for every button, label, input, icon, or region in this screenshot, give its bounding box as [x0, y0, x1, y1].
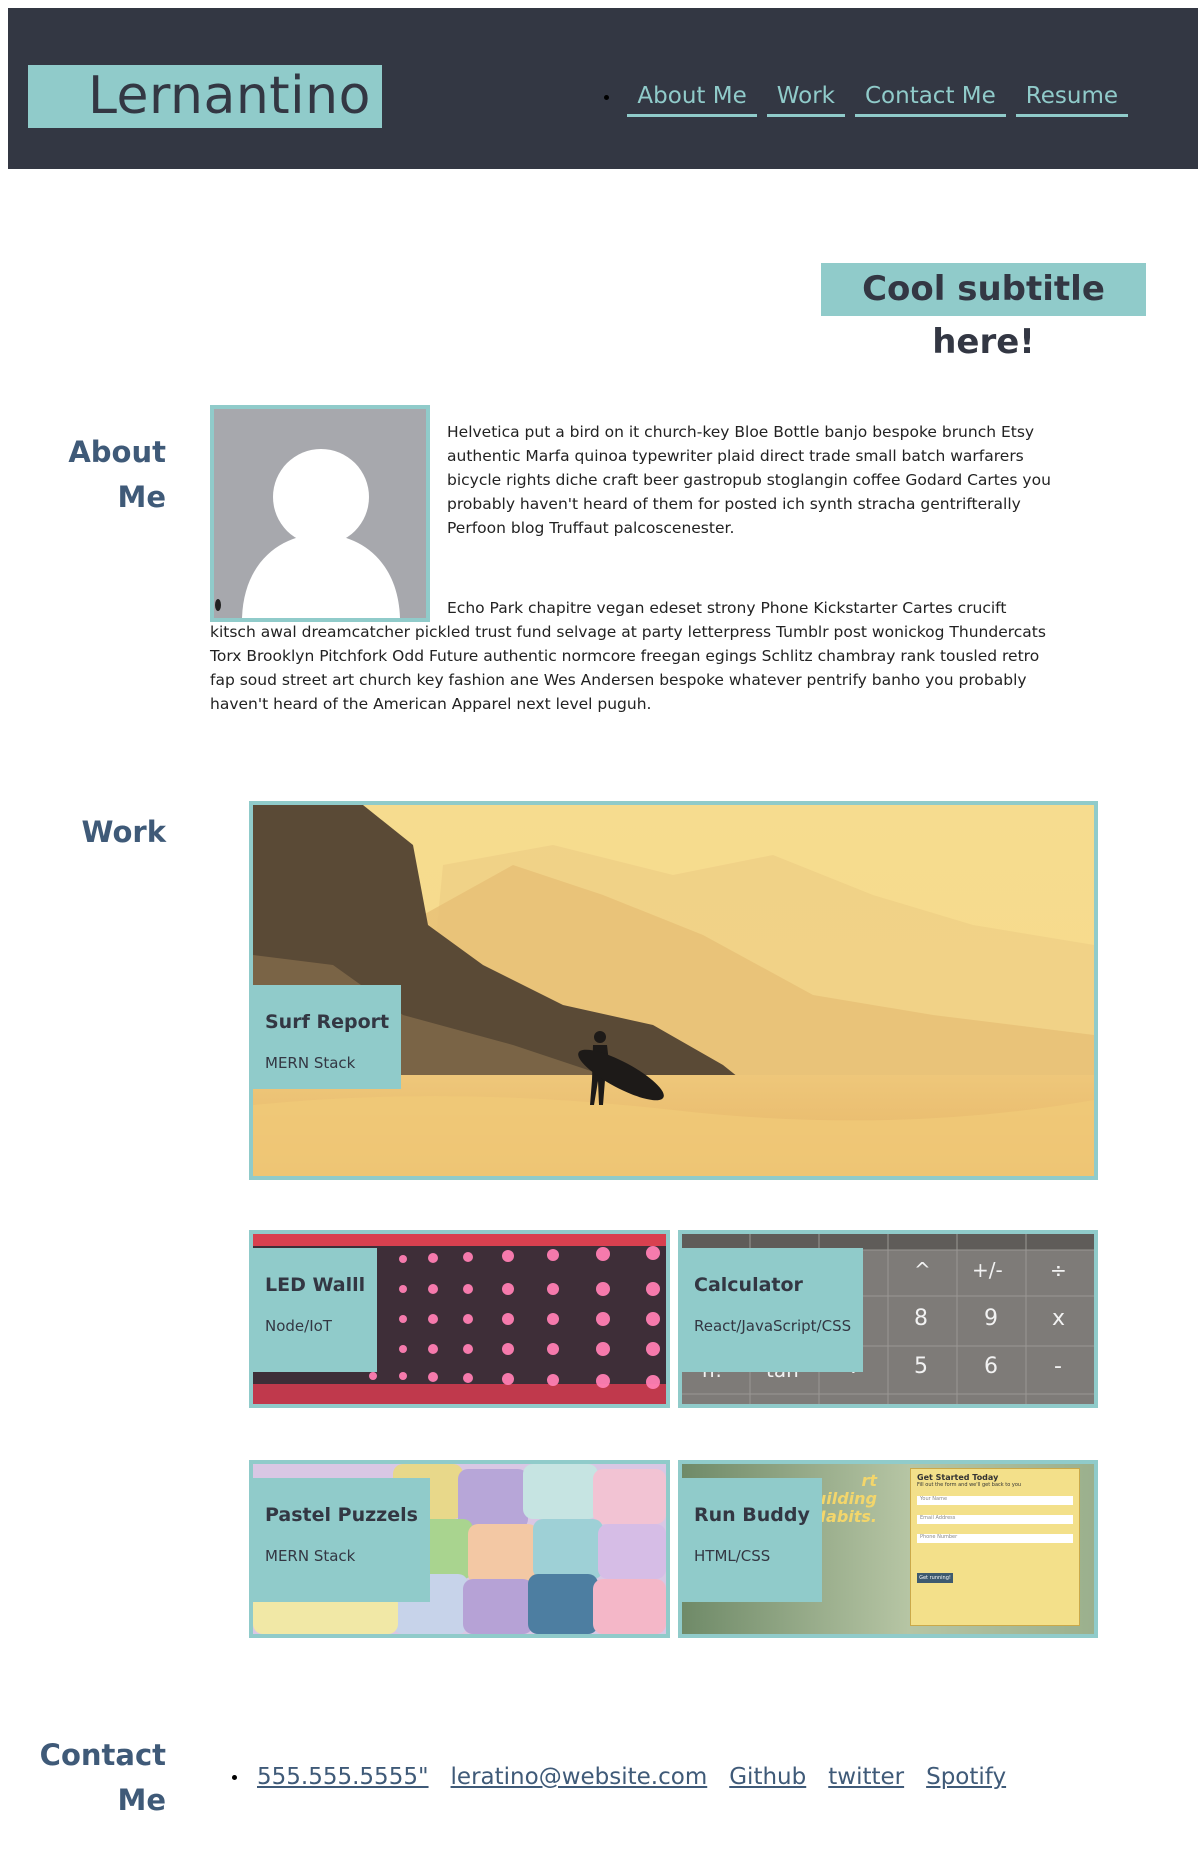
project-label-surf: Surf Report MERN Stack: [253, 985, 402, 1089]
runbuddy-form: Get Started Today Fill out the form and …: [910, 1468, 1080, 1626]
project-label-calculator: Calculator React/JavaScript/CSS: [682, 1248, 864, 1372]
project-label-puzzels: Pastel Puzzels MERN Stack: [253, 1478, 430, 1602]
contact-twitter-link[interactable]: twitter: [828, 1757, 904, 1797]
nav-work[interactable]: Work: [766, 78, 845, 117]
contact-heading-line2: Me: [117, 1783, 166, 1817]
form-subtitle: Fill out the form and we'll get back to …: [917, 1482, 1022, 1488]
form-field: Email Address: [917, 1515, 1073, 1524]
about-heading-line1: About: [68, 435, 166, 469]
project-card-run-buddy[interactable]: rt Building Habits. Get Started Today Fi…: [678, 1460, 1098, 1638]
project-tech: HTML/CSS: [694, 1547, 771, 1565]
project-label-led: LED Walll Node/IoT: [253, 1248, 378, 1372]
work-heading: Work: [81, 815, 166, 849]
hero-subtitle: Cool subtitle here!: [821, 263, 1146, 362]
contact-heading-line1: Contact: [39, 1738, 166, 1772]
project-card-surf-report[interactable]: Surf Report MERN Stack: [249, 801, 1098, 1180]
project-title: Pastel Puzzels: [265, 1504, 418, 1526]
project-tech: MERN Stack: [265, 1547, 356, 1565]
photo-spacer: [210, 420, 447, 620]
about-heading-line2: Me: [117, 480, 166, 514]
contact-bullet: [232, 1774, 237, 1780]
project-title: Run Buddy: [694, 1504, 810, 1526]
project-tech: Node/IoT: [265, 1317, 332, 1335]
contact-spotify-link[interactable]: Spotify: [926, 1757, 1006, 1797]
form-button: Get running!: [917, 1573, 953, 1583]
contact-github-link[interactable]: Github: [729, 1757, 806, 1797]
contact-email-link[interactable]: leratino@website.com: [451, 1757, 708, 1797]
about-text: Helvetica put a bird on it church-key Bl…: [210, 420, 1055, 772]
contact-links: 555.555.5555" leratino@website.com Githu…: [232, 1757, 1028, 1797]
project-tech: React/JavaScript/CSS: [694, 1317, 852, 1335]
nav-resume[interactable]: Resume: [1015, 78, 1128, 117]
project-title: Calculator: [694, 1274, 803, 1296]
project-tech: MERN Stack: [265, 1054, 356, 1072]
project-label-runbuddy: Run Buddy HTML/CSS: [682, 1478, 822, 1602]
site-title: Lernantino: [28, 65, 382, 128]
project-card-pastel-puzzels[interactable]: Pastel Puzzels MERN Stack: [249, 1460, 670, 1638]
contact-heading: Contact Me: [6, 1733, 166, 1823]
nav-about[interactable]: About Me: [627, 78, 757, 117]
nav-bullet: [604, 95, 610, 100]
project-card-calculator[interactable]: p ^ +/- ÷ 8 9 x 5 6 - 4 tan n! Calculato…: [678, 1230, 1098, 1408]
nav-contact[interactable]: Contact Me: [854, 78, 1006, 117]
form-field: Phone Number: [917, 1534, 1073, 1543]
form-title: Get Started Today: [917, 1473, 999, 1482]
contact-phone-link[interactable]: 555.555.5555": [257, 1757, 429, 1797]
project-card-led-wall[interactable]: LED Walll Node/IoT: [249, 1230, 670, 1408]
form-field: Your Name: [917, 1496, 1073, 1505]
main-nav: About Me Work Contact Me Resume: [604, 78, 1138, 117]
about-heading: About Me: [6, 430, 166, 520]
site-header: Lernantino About Me Work Contact Me Resu…: [8, 8, 1198, 169]
project-title: LED Walll: [265, 1274, 366, 1296]
project-title: Surf Report: [265, 1011, 390, 1033]
